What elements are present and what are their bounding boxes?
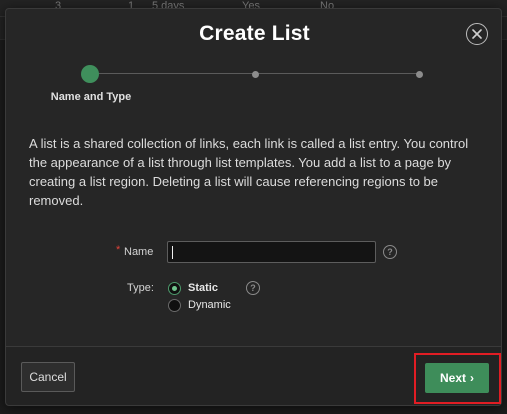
type-label: Type: — [127, 282, 154, 294]
wizard-step-label: Name and Type — [50, 91, 132, 103]
type-help-icon[interactable]: ? — [246, 281, 260, 295]
name-label: Name — [124, 246, 154, 258]
required-indicator: * — [116, 244, 121, 256]
next-button[interactable]: Next › — [425, 363, 489, 393]
chevron-right-icon: › — [470, 371, 474, 385]
create-list-dialog: Create List Name and Type A list is a sh… — [5, 8, 502, 406]
next-button-label: Next — [439, 371, 466, 385]
cancel-button[interactable]: Cancel — [21, 362, 75, 392]
wizard-step-pending — [252, 71, 259, 78]
close-button[interactable] — [466, 23, 488, 45]
wizard-step-pending — [416, 71, 423, 78]
text-cursor — [172, 246, 173, 259]
dialog-description: A list is a shared collection of links, … — [29, 136, 469, 208]
type-static-radio[interactable] — [168, 282, 181, 295]
wizard-progress-line — [96, 73, 422, 74]
wizard-step-current — [81, 65, 99, 83]
type-dynamic-radio[interactable] — [168, 299, 181, 312]
type-static-label[interactable]: Static — [188, 282, 218, 294]
close-icon — [472, 29, 482, 39]
name-help-icon[interactable]: ? — [383, 245, 397, 259]
dialog-title: Create List — [199, 22, 310, 45]
name-input[interactable] — [167, 241, 376, 263]
type-dynamic-label[interactable]: Dynamic — [188, 299, 231, 311]
